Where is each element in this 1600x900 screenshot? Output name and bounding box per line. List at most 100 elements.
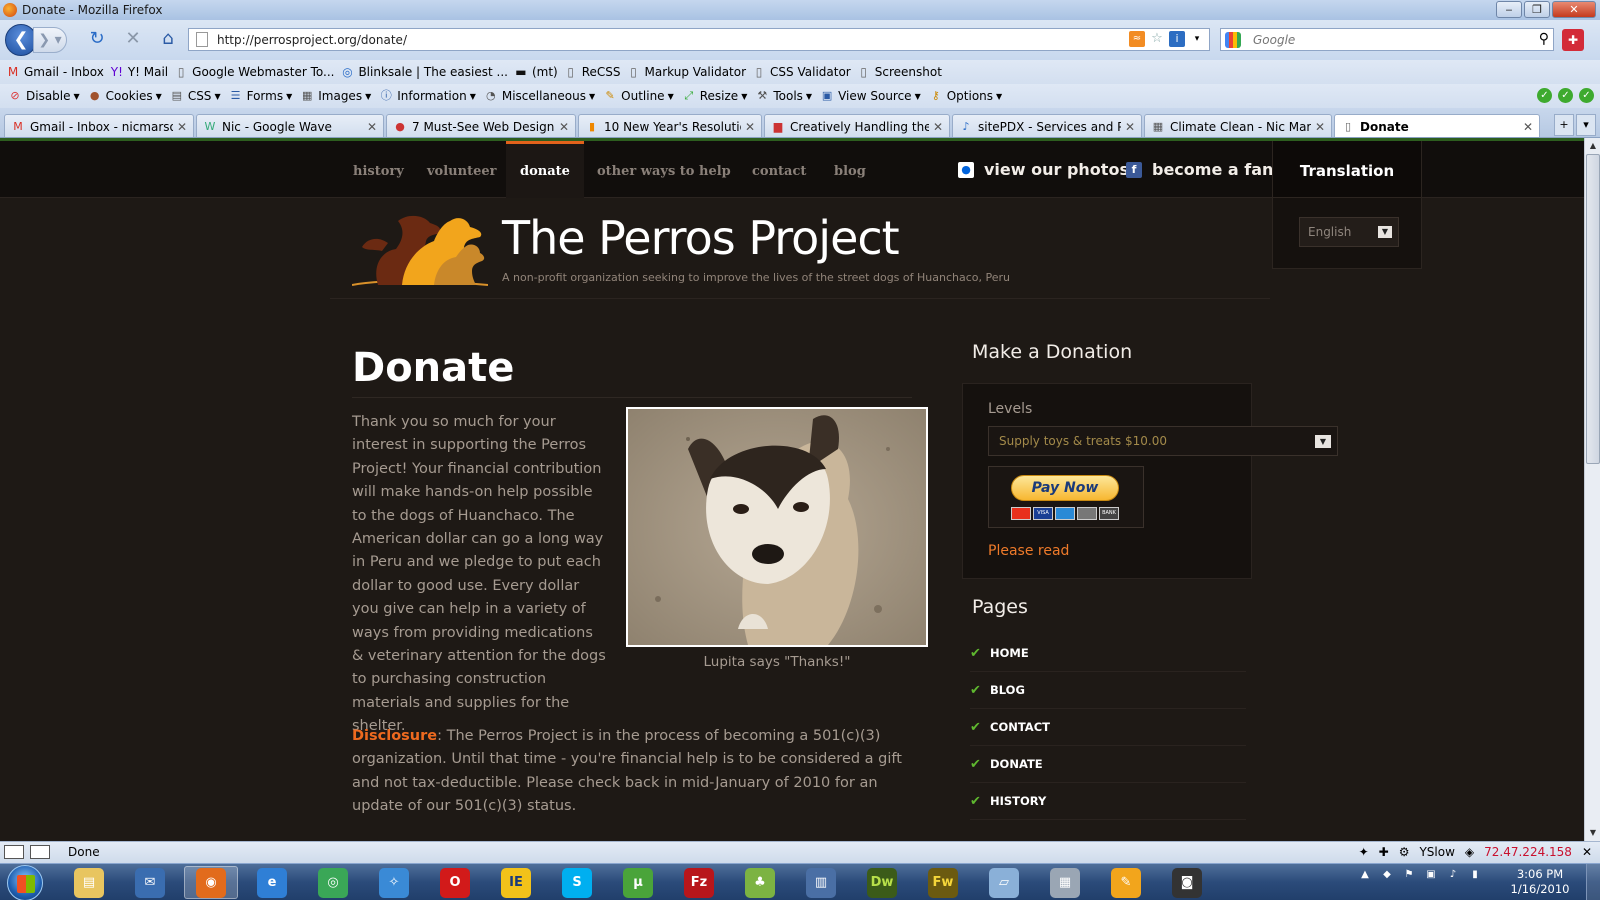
tab-item[interactable]: M Gmail - Inbox - nicmarso... ✕: [4, 114, 194, 137]
webdev-menu-options[interactable]: ⚷ Options ▼: [929, 89, 1003, 103]
bookmark-item[interactable]: ▯ ReCSS: [564, 65, 620, 79]
clock[interactable]: 3:06 PM 1/16/2010: [1508, 867, 1572, 897]
taskbar-utorrent[interactable]: µ: [611, 866, 665, 899]
taskbar-journal[interactable]: ▱: [977, 866, 1031, 899]
tab-list-button[interactable]: ▾: [1576, 114, 1596, 136]
flag-icon[interactable]: ⚑: [1402, 868, 1416, 882]
home-icon[interactable]: ⌂: [157, 28, 179, 50]
stop-icon[interactable]: ✕: [122, 28, 144, 50]
bookmark-item[interactable]: Y! Y! Mail: [110, 65, 168, 79]
colorzilla-icon[interactable]: ✚: [1379, 845, 1389, 859]
pages-link-home[interactable]: ✔ HOME: [970, 635, 1246, 672]
gear-icon[interactable]: ⚙: [1399, 845, 1410, 859]
taskbar-opera[interactable]: O: [428, 866, 482, 899]
bookmark-item[interactable]: ▯ Google Webmaster To...: [174, 65, 335, 79]
webdev-menu-images[interactable]: ▦ Images ▼: [300, 89, 371, 103]
become-fan-link[interactable]: f become a fan: [1126, 141, 1273, 198]
tab-item[interactable]: W Nic - Google Wave ✕: [196, 114, 384, 137]
vertical-scrollbar[interactable]: ▲ ▼: [1584, 138, 1600, 841]
tab-item[interactable]: ● 7 Must-See Web Design ... ✕: [386, 114, 576, 137]
addon-icon[interactable]: [4, 845, 24, 859]
taskbar-calculator[interactable]: ▦: [1038, 866, 1092, 899]
star-icon[interactable]: ☆: [1149, 31, 1165, 47]
nav-history[interactable]: history: [353, 141, 404, 198]
taskbar-chrome[interactable]: ◎: [306, 866, 360, 899]
scroll-thumb[interactable]: [1586, 154, 1600, 464]
reload-icon[interactable]: ↻: [86, 28, 108, 50]
firebug-icon[interactable]: ✦: [1359, 845, 1369, 859]
console-icon[interactable]: [30, 845, 50, 859]
taskbar-camera[interactable]: ◙: [1160, 866, 1214, 899]
webdev-menu-css[interactable]: ▤ CSS ▼: [170, 89, 221, 103]
taskbar-paint[interactable]: ✎: [1099, 866, 1153, 899]
taskbar-filezilla[interactable]: Fz: [672, 866, 726, 899]
forward-button[interactable]: ❯ ▾: [33, 27, 67, 53]
new-tab-button[interactable]: +: [1554, 114, 1574, 136]
close-tab-icon[interactable]: ✕: [1523, 120, 1533, 134]
tab-item[interactable]: ▆ Creatively Handling the ... ✕: [764, 114, 950, 137]
nav-volunteer[interactable]: volunteer: [427, 141, 496, 198]
volume-icon[interactable]: ♪: [1446, 868, 1460, 882]
scroll-up-icon[interactable]: ▲: [1586, 138, 1600, 154]
search-icon[interactable]: ⚲: [1539, 31, 1549, 47]
show-hidden-icon[interactable]: ▲: [1358, 868, 1372, 882]
taskbar-safari[interactable]: ✧: [367, 866, 421, 899]
signal-icon[interactable]: ▮: [1468, 868, 1482, 882]
bookmark-item[interactable]: ▯ Markup Validator: [627, 65, 746, 79]
pages-link-contact[interactable]: ✔ CONTACT: [970, 709, 1246, 746]
taskbar-evernote[interactable]: ♣: [733, 866, 787, 899]
show-desktop-button[interactable]: [1586, 864, 1600, 900]
nav-contact[interactable]: contact: [752, 141, 806, 198]
close-tab-icon[interactable]: ✕: [745, 120, 755, 134]
webdev-menu-forms[interactable]: ☰ Forms ▼: [229, 89, 293, 103]
taskbar-thunderbird[interactable]: ✉: [123, 866, 177, 899]
pages-link-blog[interactable]: ✔ BLOG: [970, 672, 1246, 709]
nav-donate[interactable]: donate: [506, 141, 584, 198]
tab-item[interactable]: ▯ Donate ✕: [1334, 114, 1540, 137]
extension-icon[interactable]: ✚: [1562, 29, 1584, 51]
scroll-down-icon[interactable]: ▼: [1586, 825, 1600, 841]
tray-app-icon[interactable]: ◆: [1380, 868, 1394, 882]
webdev-menu-view-source[interactable]: ▣ View Source ▼: [820, 89, 921, 103]
nav-blog[interactable]: blog: [834, 141, 866, 198]
tab-item[interactable]: ▦ Climate Clean - Nic Mars... ✕: [1144, 114, 1332, 137]
tab-item[interactable]: ♪ sitePDX - Services and Pr... ✕: [952, 114, 1142, 137]
please-read-link[interactable]: Please read: [988, 543, 1069, 559]
url-bar[interactable]: http://perrosproject.org/donate/ ≈ ☆ i ▾: [188, 28, 1210, 51]
nav-other-ways-to-help[interactable]: other ways to help: [597, 141, 731, 198]
webdev-menu-information[interactable]: ⓘ Information ▼: [379, 89, 476, 103]
tab-item[interactable]: ▮ 10 New Year's Resolution... ✕: [578, 114, 762, 137]
search-box[interactable]: ⚲: [1220, 28, 1554, 51]
pages-link-history[interactable]: ✔ HISTORY: [970, 783, 1246, 820]
webdev-menu-disable[interactable]: ⊘ Disable ▼: [8, 89, 79, 103]
pages-link-donate[interactable]: ✔ DONATE: [970, 746, 1246, 783]
device-icon[interactable]: ▣: [1424, 868, 1438, 882]
info-icon[interactable]: i: [1169, 31, 1185, 47]
taskbar-firefox[interactable]: ◉: [184, 866, 238, 899]
rss-icon[interactable]: ≈: [1129, 31, 1145, 47]
webdev-menu-outline[interactable]: ✎ Outline ▼: [603, 89, 674, 103]
bookmark-item[interactable]: ◎ Blinksale | The easiest ...: [340, 65, 508, 79]
webdev-menu-miscellaneous[interactable]: ◔ Miscellaneous ▼: [484, 89, 595, 103]
close-tab-icon[interactable]: ✕: [933, 120, 943, 134]
close-tab-icon[interactable]: ✕: [177, 120, 187, 134]
yslow-label[interactable]: YSlow: [1419, 845, 1454, 859]
levels-select[interactable]: Supply toys & treats $10.00 ▼: [988, 426, 1338, 456]
webdev-menu-tools[interactable]: ⚒ Tools ▼: [755, 89, 812, 103]
pay-now-button[interactable]: Pay Now: [1011, 475, 1119, 501]
taskbar-fireworks[interactable]: Fw: [916, 866, 970, 899]
bookmark-item[interactable]: M Gmail - Inbox: [6, 65, 104, 79]
dropdown-icon[interactable]: ▾: [1189, 31, 1205, 47]
minimize-button[interactable]: ‒: [1496, 1, 1522, 18]
start-button[interactable]: [7, 865, 43, 900]
taskbar-skype[interactable]: S: [550, 866, 604, 899]
webdev-menu-resize[interactable]: ⤢ Resize ▼: [682, 89, 747, 103]
close-tab-icon[interactable]: ✕: [367, 120, 377, 134]
view-photos-link[interactable]: ● view our photos: [958, 141, 1129, 198]
taskbar-explorer[interactable]: ▤: [62, 866, 116, 899]
language-select[interactable]: English ▼: [1299, 217, 1399, 247]
taskbar-ietester[interactable]: IE: [489, 866, 543, 899]
bookmark-item[interactable]: ▬ (mt): [514, 65, 557, 79]
taskbar-dreamweaver[interactable]: Dw: [855, 866, 909, 899]
taskbar-ie[interactable]: e: [245, 866, 299, 899]
